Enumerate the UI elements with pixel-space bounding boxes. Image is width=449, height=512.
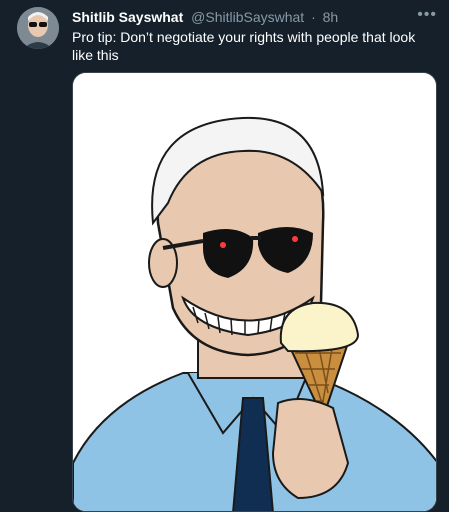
tweet-text: Pro tip: Don’t negotiate your rights wit…: [72, 29, 416, 63]
tweet-time[interactable]: 8h: [323, 9, 339, 25]
avatar-image: [17, 7, 59, 49]
tweet-media[interactable]: [72, 72, 437, 512]
author-name[interactable]: Shitlib Sayswhat: [72, 9, 183, 25]
tweet-header: Shitlib Sayswhat @ShitlibSayswhat · 8h: [72, 9, 439, 27]
avatar[interactable]: [17, 7, 59, 49]
more-icon[interactable]: •••: [417, 6, 437, 24]
separator-dot: ·: [311, 9, 316, 25]
author-handle[interactable]: @ShitlibSayswhat: [191, 9, 304, 25]
tweet[interactable]: Shitlib Sayswhat @ShitlibSayswhat · 8h •…: [0, 0, 449, 512]
cartoon-image: [73, 73, 436, 511]
